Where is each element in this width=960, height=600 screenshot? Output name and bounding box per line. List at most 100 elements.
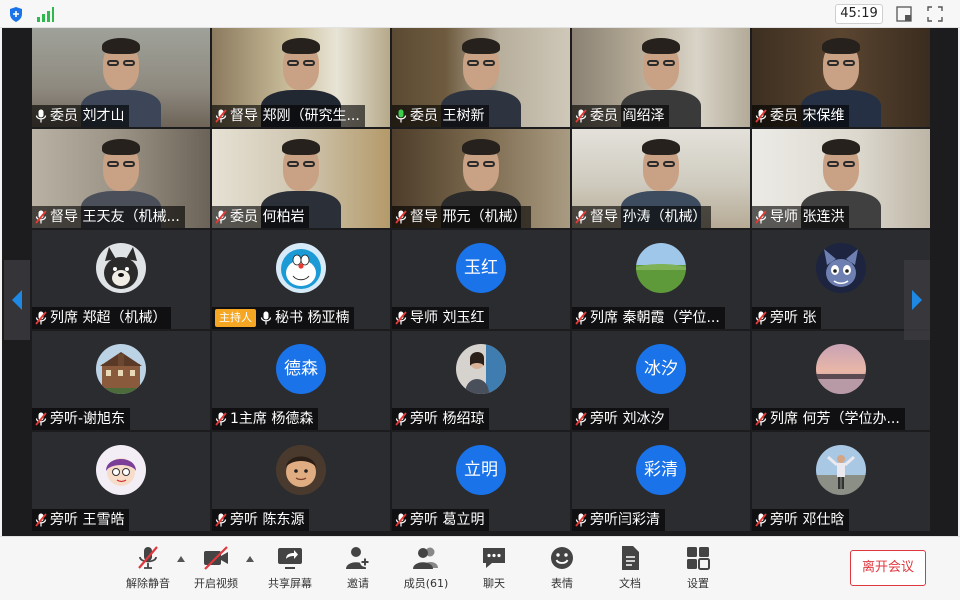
mic-muted-icon — [215, 210, 227, 224]
mic-muted-icon — [575, 412, 587, 426]
mic-muted-icon — [35, 412, 47, 426]
participant-name-label: 导师 刘玉红 — [392, 307, 490, 329]
mic-muted-icon — [575, 210, 587, 224]
participant-name-label: 旁听 陈东源 — [212, 509, 310, 531]
participant-tile[interactable]: 旁听 陈东源 — [212, 432, 390, 531]
participant-name-label: 旁听 刘冰汐 — [572, 408, 670, 430]
mic-muted-icon — [755, 109, 767, 123]
participant-name: 导师 张连洪 — [770, 209, 845, 225]
participant-name-label: 督导 郑刚（研究生... — [212, 105, 365, 127]
participant-name-label: 列席 何芳（学位办... — [752, 408, 905, 430]
title-bar: 45:19 — [0, 0, 960, 28]
participant-tile[interactable]: 主持人 秘书 杨亚楠 — [212, 230, 390, 329]
avatar — [816, 243, 866, 293]
next-page-button[interactable] — [904, 260, 930, 340]
settings-grid-icon — [687, 547, 710, 570]
participant-tile[interactable]: 立明 旁听 葛立明 — [392, 432, 570, 531]
participant-name: 列席 秦朝霞（学位... — [590, 310, 720, 326]
participant-name-label: 旁听-谢旭东 — [32, 408, 131, 430]
participant-name: 旁听 葛立明 — [410, 512, 485, 528]
shield-icon[interactable] — [9, 7, 23, 22]
participant-name: 督导 孙涛（机械） — [590, 209, 707, 225]
avatar — [276, 243, 326, 293]
participant-tile[interactable]: 委员 刘才山 — [32, 28, 210, 127]
participant-tile[interactable]: 德森 1主席 杨德森 — [212, 331, 390, 430]
members-label: 成员(61) — [403, 577, 449, 590]
avatar — [96, 243, 146, 293]
participant-name: 督导 王天友（机械... — [50, 209, 180, 225]
participant-name: 秘书 杨亚楠 — [275, 310, 350, 326]
reactions-label: 表情 — [551, 577, 573, 590]
video-options-caret-icon[interactable] — [246, 556, 254, 562]
participant-name-label: 主持人 秘书 杨亚楠 — [212, 307, 355, 329]
participant-name: 列席 郑超（机械） — [50, 310, 167, 326]
participant-name-label: 旁听 张 — [752, 307, 822, 329]
documents-label: 文档 — [619, 577, 641, 590]
participant-name: 列席 何芳（学位办... — [770, 411, 900, 427]
mic-muted-icon — [215, 412, 227, 426]
participant-name-label: 委员 宋保维 — [752, 105, 850, 127]
reactions-button[interactable]: 表情 — [528, 543, 596, 597]
chat-button[interactable]: 聊天 — [460, 543, 528, 597]
share-screen-label: 共享屏幕 — [268, 577, 312, 590]
initials-avatar: 玉红 — [456, 243, 506, 293]
participant-tile[interactable]: 督导 邢元（机械） — [392, 129, 570, 228]
participant-name-label: 导师 张连洪 — [752, 206, 850, 228]
invite-label: 邀请 — [347, 577, 369, 590]
participant-tile[interactable]: 玉红导师 刘玉红 — [392, 230, 570, 329]
avatar — [816, 344, 866, 394]
participant-tile[interactable]: 旁听 王雪皓 — [32, 432, 210, 531]
documents-button[interactable]: 文档 — [596, 543, 664, 597]
chat-label: 聊天 — [483, 577, 505, 590]
participant-tile[interactable]: 旁听 邓仕晗 — [752, 432, 930, 531]
participant-name: 旁听 杨绍琼 — [410, 411, 485, 427]
participant-tile[interactable]: 彩清 旁听闫彩清 — [572, 432, 750, 531]
participant-tile[interactable]: 旁听 杨绍琼 — [392, 331, 570, 430]
leave-meeting-button[interactable]: 离开会议 — [850, 550, 926, 586]
avatar — [636, 243, 686, 293]
participant-tile[interactable]: 导师 张连洪 — [752, 129, 930, 228]
participant-tile[interactable]: 委员 阎绍泽 — [572, 28, 750, 127]
avatar — [456, 344, 506, 394]
participant-tile[interactable]: 委员 何柏岩 — [212, 129, 390, 228]
mic-muted-icon — [395, 412, 407, 426]
fullscreen-icon[interactable] — [927, 6, 943, 22]
members-icon — [413, 547, 438, 569]
unmute-button[interactable]: 解除静音 — [114, 543, 182, 597]
participant-tile[interactable]: 旁听-谢旭东 — [32, 331, 210, 430]
document-icon — [622, 546, 639, 570]
start-video-button[interactable]: 开启视频 — [182, 543, 250, 597]
participant-tile[interactable]: 列席 秦朝霞（学位... — [572, 230, 750, 329]
participant-name-label: 督导 孙涛（机械） — [572, 206, 712, 228]
participant-tile[interactable]: 列席 何芳（学位办... — [752, 331, 930, 430]
signal-bars-icon[interactable] — [36, 7, 54, 22]
layout-toggle-icon[interactable] — [896, 6, 912, 22]
participant-name-label: 委员 何柏岩 — [212, 206, 310, 228]
participant-name-label: 委员 王树新 — [392, 105, 490, 127]
participant-tile[interactable]: 委员 宋保维 — [752, 28, 930, 127]
participant-tile[interactable]: 委员 王树新 — [392, 28, 570, 127]
prev-page-button[interactable] — [4, 260, 30, 340]
chevron-right-icon — [912, 290, 922, 310]
members-button[interactable]: 成员(61) — [392, 543, 460, 597]
settings-button[interactable]: 设置 — [664, 543, 732, 597]
participant-tile[interactable]: 督导 王天友（机械... — [32, 129, 210, 228]
mic-muted-icon — [215, 513, 227, 527]
participant-tile[interactable]: 列席 郑超（机械） — [32, 230, 210, 329]
invite-button[interactable]: 邀请 — [324, 543, 392, 597]
participant-name: 委员 刘才山 — [50, 108, 125, 124]
participant-name-label: 列席 郑超（机械） — [32, 307, 172, 329]
participant-name: 导师 刘玉红 — [410, 310, 485, 326]
participant-tile[interactable]: 冰汐 旁听 刘冰汐 — [572, 331, 750, 430]
initials-avatar: 德森 — [276, 344, 326, 394]
participant-tile[interactable]: 督导 郑刚（研究生... — [212, 28, 390, 127]
share-screen-button[interactable]: 共享屏幕 — [256, 543, 324, 597]
mic-muted-icon — [575, 513, 587, 527]
participant-name: 旁听-谢旭东 — [50, 411, 126, 427]
participant-tile[interactable]: 督导 孙涛（机械） — [572, 129, 750, 228]
initials-avatar: 彩清 — [636, 445, 686, 495]
participant-name: 旁听 陈东源 — [230, 512, 305, 528]
participant-name: 旁听 张 — [770, 310, 817, 326]
mic-muted-icon — [755, 412, 767, 426]
video-off-icon — [204, 546, 228, 570]
